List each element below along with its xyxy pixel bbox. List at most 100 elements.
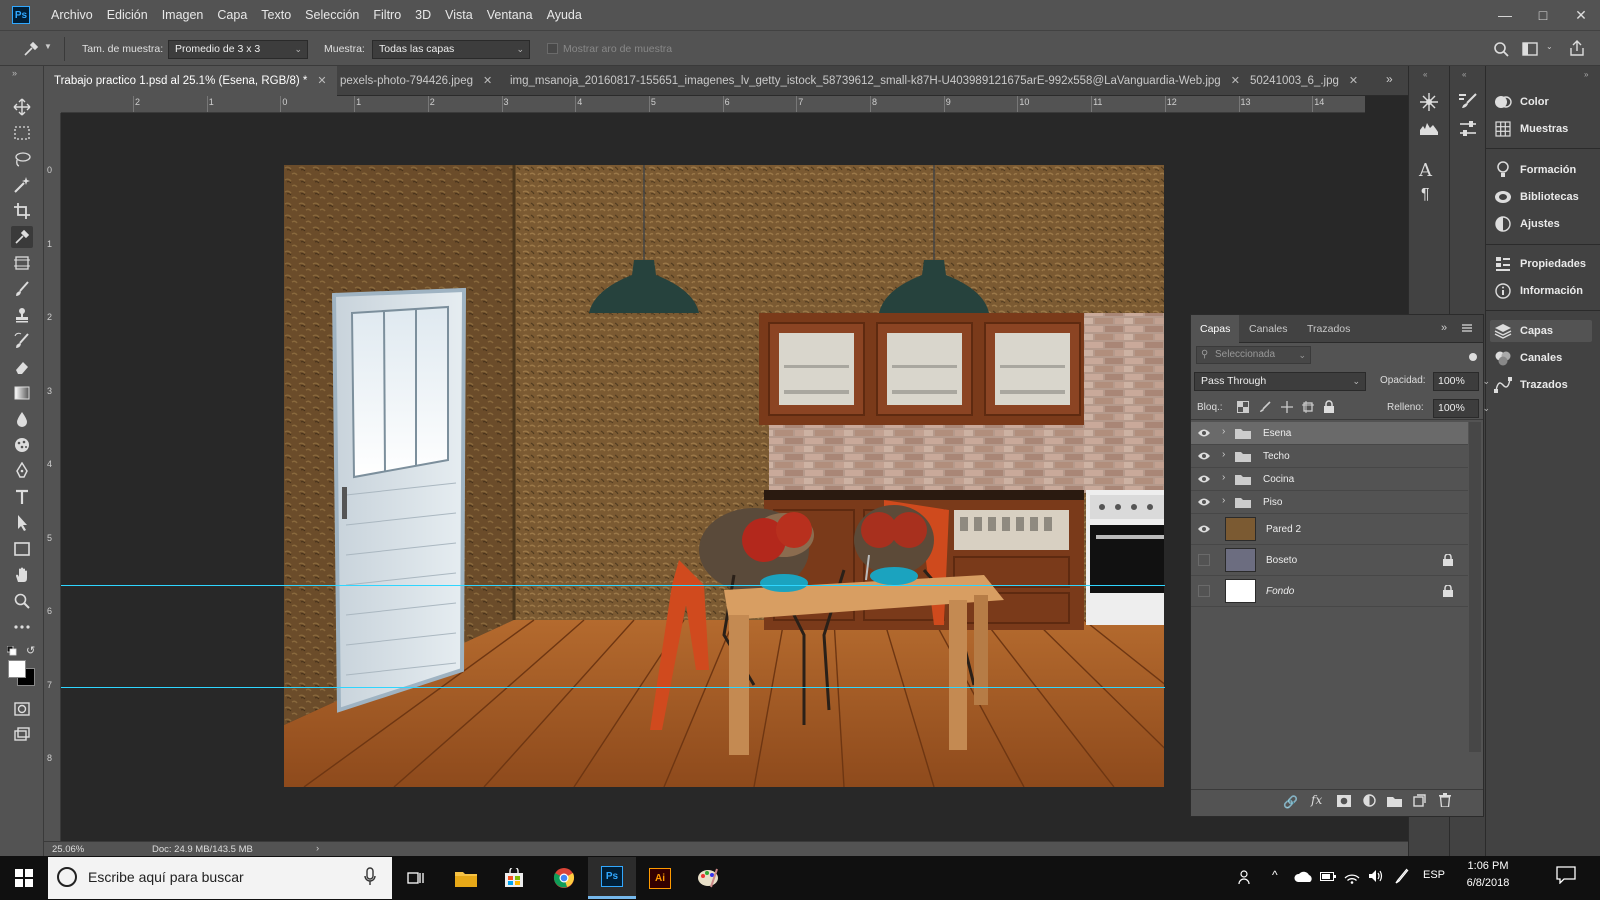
show-ring-checkbox[interactable]: [547, 43, 558, 54]
panel-bibliotecas[interactable]: Bibliotecas: [1494, 185, 1579, 209]
sample-dropdown[interactable]: Todas las capas ⌄: [372, 40, 530, 59]
clock-date[interactable]: 6/8/2018: [1458, 877, 1518, 889]
guide-line[interactable]: [61, 687, 1165, 688]
layer-row-boseto[interactable]: Boseto: [1191, 545, 1468, 576]
tray-chevron-icon[interactable]: ^: [1272, 868, 1278, 882]
lasso-tool-icon[interactable]: [11, 148, 33, 170]
crop-tool-icon[interactable]: [11, 200, 33, 222]
layer-row-fondo[interactable]: Fondo: [1191, 576, 1468, 607]
tab-canales[interactable]: Canales: [1240, 315, 1297, 343]
menu-ayuda[interactable]: Ayuda: [540, 0, 589, 30]
taskbar-search-box[interactable]: Escribe aquí para buscar: [48, 857, 392, 899]
visibility-toggle-off[interactable]: [1198, 554, 1210, 566]
layer-row-esena[interactable]: › Esena: [1191, 422, 1468, 445]
collapse-panel-icon[interactable]: «: [1462, 70, 1466, 79]
new-group-icon[interactable]: [1387, 795, 1402, 807]
action-center-icon[interactable]: [1556, 866, 1576, 885]
language-indicator[interactable]: ESP: [1423, 869, 1445, 881]
new-layer-icon[interactable]: [1413, 794, 1426, 807]
close-tab-icon[interactable]: ✕: [483, 75, 492, 87]
foreground-color-swatch[interactable]: [8, 660, 26, 678]
expand-group-icon[interactable]: ›: [1222, 495, 1225, 506]
photoshop-taskbar-icon[interactable]: Ps: [588, 857, 636, 899]
visibility-eye-icon[interactable]: [1197, 427, 1211, 439]
more-tools-icon[interactable]: [11, 616, 33, 638]
menu-seleccion[interactable]: Selección: [298, 0, 366, 30]
type-tool-icon[interactable]: [11, 486, 33, 508]
menu-vista[interactable]: Vista: [438, 0, 480, 30]
lock-pixels-icon[interactable]: [1259, 401, 1271, 413]
expand-panel-icon[interactable]: »: [1441, 322, 1447, 334]
close-tab-icon[interactable]: ✕: [1231, 75, 1240, 87]
menu-ventana[interactable]: Ventana: [480, 0, 540, 30]
canvas-area[interactable]: [61, 113, 1365, 841]
marquee-tool-icon[interactable]: [11, 122, 33, 144]
clock-time[interactable]: 1:06 PM: [1458, 860, 1518, 872]
search-icon[interactable]: [1492, 40, 1510, 58]
windows-start-icon[interactable]: [0, 857, 48, 899]
store-icon[interactable]: [490, 857, 538, 899]
wifi-icon[interactable]: [1344, 868, 1360, 884]
horizontal-ruler[interactable]: 2 1 0 1 2 3 4 5 6 7 8 9 10 11 12 13 14: [61, 96, 1365, 113]
eyedropper-tool-active-icon[interactable]: [11, 226, 33, 248]
layer-row-techo[interactable]: › Techo: [1191, 445, 1468, 468]
collapse-toolbar-icon[interactable]: »: [12, 68, 17, 78]
sample-size-dropdown[interactable]: Promedio de 3 x 3 ⌄: [168, 40, 308, 59]
menu-texto[interactable]: Texto: [254, 0, 298, 30]
panel-propiedades[interactable]: Propiedades: [1494, 252, 1586, 276]
history-brush-icon[interactable]: [11, 330, 33, 352]
expand-panels-icon[interactable]: »: [1584, 70, 1588, 79]
hand-tool-icon[interactable]: [11, 564, 33, 586]
menu-imagen[interactable]: Imagen: [155, 0, 211, 30]
panel-menu-icon[interactable]: [1461, 322, 1473, 334]
pen-workspace-icon[interactable]: [1394, 868, 1410, 884]
tool-preset-chevron-icon[interactable]: ▼: [44, 42, 52, 51]
zoom-tool-icon[interactable]: [11, 590, 33, 612]
visibility-eye-icon[interactable]: [1197, 473, 1211, 485]
close-icon[interactable]: ✕: [1562, 0, 1600, 30]
brush-tool-icon[interactable]: [11, 278, 33, 300]
stamp-tool-icon[interactable]: [11, 304, 33, 326]
tab-50241003[interactable]: 50241003_6_.jpg ✕: [1240, 66, 1368, 96]
illustrator-taskbar-icon[interactable]: Ai: [636, 857, 684, 899]
paragraph-icon[interactable]: ¶: [1421, 186, 1430, 204]
adjustment-layer-icon[interactable]: [1363, 794, 1376, 807]
magic-wand-icon[interactable]: [11, 174, 33, 196]
lock-position-icon[interactable]: [1281, 401, 1293, 413]
eraser-tool-icon[interactable]: [11, 356, 33, 378]
add-mask-icon[interactable]: [1337, 795, 1351, 807]
trash-icon[interactable]: [1439, 793, 1451, 808]
histogram-icon[interactable]: [1419, 120, 1439, 136]
guide-line[interactable]: [61, 585, 1165, 586]
workspace-chevron-icon[interactable]: ⌄: [1546, 42, 1553, 51]
visibility-eye-icon[interactable]: [1197, 523, 1211, 535]
frame-tool-icon[interactable]: [11, 252, 33, 274]
fill-field[interactable]: 100% ⌄: [1433, 399, 1490, 418]
menu-archivo[interactable]: Archivo: [44, 0, 100, 30]
people-icon[interactable]: [1238, 868, 1254, 886]
quick-mask-icon[interactable]: [11, 698, 33, 720]
panel-canales[interactable]: Canales: [1494, 346, 1562, 370]
rectangle-tool-icon[interactable]: [11, 538, 33, 560]
menu-filtro[interactable]: Filtro: [366, 0, 408, 30]
menu-3d[interactable]: 3D: [408, 0, 438, 30]
tab-img-msanoja[interactable]: img_msanoja_20160817-155651_imagenes_lv_…: [500, 66, 1270, 96]
maximize-icon[interactable]: □: [1524, 0, 1562, 30]
layers-scrollbar[interactable]: [1469, 422, 1481, 752]
layer-row-piso[interactable]: › Piso: [1191, 491, 1468, 514]
gradient-tool-icon[interactable]: [11, 382, 33, 404]
paint-icon[interactable]: [684, 857, 732, 899]
fx-icon[interactable]: fx: [1311, 793, 1322, 807]
tab-trazados[interactable]: Trazados: [1298, 315, 1359, 343]
layer-filter-dropdown[interactable]: ⚲ Seleccionada ⌄: [1196, 346, 1311, 364]
lock-transparent-icon[interactable]: [1237, 401, 1249, 413]
filter-toggle[interactable]: [1469, 353, 1477, 361]
status-menu-arrow-icon[interactable]: ›: [316, 843, 319, 854]
pen-tool-icon[interactable]: [11, 460, 33, 482]
panel-ajustes[interactable]: Ajustes: [1494, 212, 1560, 236]
panel-formacion[interactable]: Formación: [1494, 158, 1576, 182]
blend-mode-dropdown[interactable]: Pass Through ⌄: [1194, 372, 1366, 391]
expand-group-icon[interactable]: ›: [1222, 472, 1225, 483]
panel-trazados[interactable]: Trazados: [1494, 373, 1568, 397]
zoom-level[interactable]: 25.06%: [52, 844, 84, 855]
